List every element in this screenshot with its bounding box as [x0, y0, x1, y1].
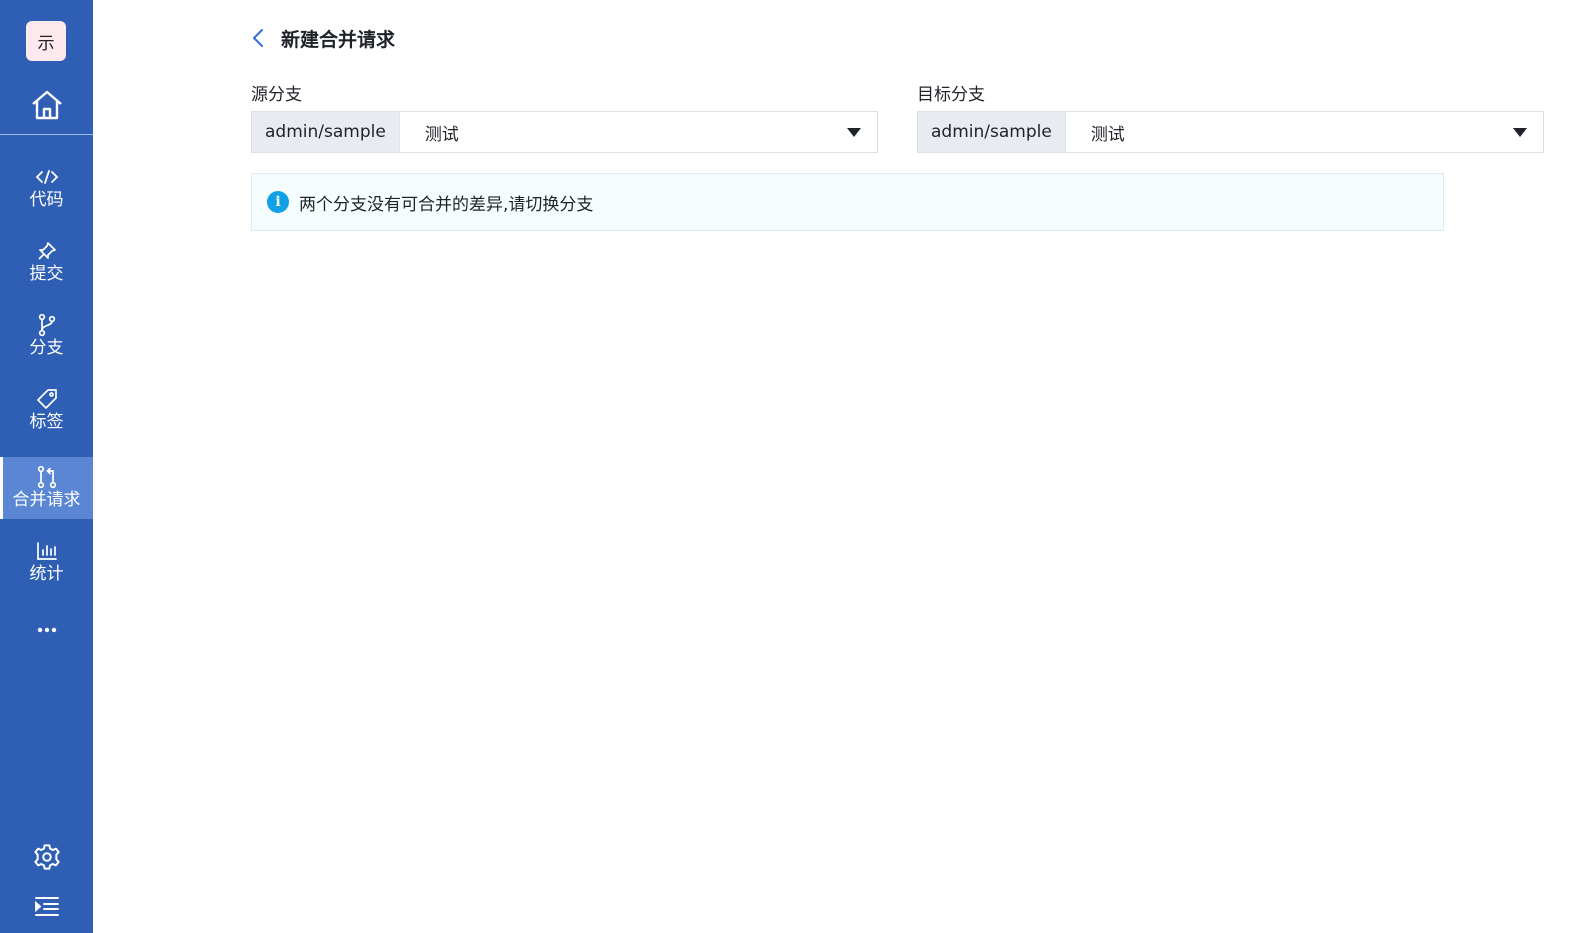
more-button[interactable]	[0, 612, 93, 642]
source-branch-dropdown[interactable]	[831, 112, 877, 152]
target-branch-dropdown[interactable]	[1497, 112, 1543, 152]
sidebar-item-label: 标签	[29, 412, 64, 432]
sidebar-item-branches[interactable]: 分支	[0, 305, 93, 367]
info-icon: i	[267, 191, 289, 213]
app-root: 示 代码 提交 分支 标签 合并请求 统计 新建合并请求 源分支 admin/s…	[0, 0, 1595, 933]
home-button[interactable]	[0, 84, 93, 130]
sidebar-item-label: 提交	[29, 264, 64, 284]
sidebar-divider	[0, 134, 93, 135]
back-button[interactable]	[251, 26, 273, 50]
sidebar-item-merge-requests[interactable]: 合并请求	[0, 457, 93, 519]
project-avatar-text: 示	[37, 33, 55, 54]
sidebar: 示 代码 提交 分支 标签 合并请求 统计	[0, 0, 93, 933]
gear-icon	[33, 843, 61, 875]
home-icon	[30, 89, 64, 125]
sidebar-item-statistics[interactable]: 统计	[0, 531, 93, 593]
sidebar-item-label: 合并请求	[12, 490, 81, 510]
sidebar-item-tags[interactable]: 标签	[0, 379, 93, 441]
sidebar-item-commits[interactable]: 提交	[0, 231, 93, 293]
target-branch-value[interactable]: 测试	[1066, 112, 1497, 152]
branch-icon	[36, 313, 58, 337]
target-branch-label: 目标分支	[917, 85, 985, 105]
pin-icon	[36, 240, 58, 262]
sidebar-item-label: 统计	[29, 564, 64, 584]
sidebar-item-code[interactable]: 代码	[0, 157, 93, 219]
page-title: 新建合并请求	[281, 28, 396, 51]
source-branch-value[interactable]: 测试	[400, 112, 831, 152]
settings-button[interactable]	[0, 843, 93, 875]
code-icon	[35, 166, 59, 188]
more-icon	[37, 618, 57, 637]
source-branch-select[interactable]: admin/sample 测试	[251, 111, 878, 153]
collapse-sidebar-button[interactable]	[0, 893, 93, 923]
caret-down-icon	[1513, 127, 1527, 137]
page-header: 新建合并请求	[251, 24, 395, 52]
info-alert: i 两个分支没有可合并的差异,请切换分支	[251, 173, 1444, 231]
source-repo-prefix: admin/sample	[252, 112, 400, 152]
target-repo-prefix: admin/sample	[918, 112, 1066, 152]
chevron-left-icon	[253, 29, 263, 47]
tag-icon	[36, 388, 58, 410]
target-branch-select[interactable]: admin/sample 测试	[917, 111, 1544, 153]
sidebar-item-label: 代码	[29, 190, 64, 210]
source-branch-label: 源分支	[251, 85, 302, 105]
project-avatar[interactable]: 示	[26, 21, 66, 61]
caret-down-icon	[847, 127, 861, 137]
bar-chart-icon	[36, 540, 58, 562]
menu-indent-icon	[34, 895, 60, 921]
info-alert-text: 两个分支没有可合并的差异,请切换分支	[299, 194, 594, 215]
merge-request-icon	[36, 465, 58, 489]
sidebar-item-label: 分支	[29, 338, 64, 358]
